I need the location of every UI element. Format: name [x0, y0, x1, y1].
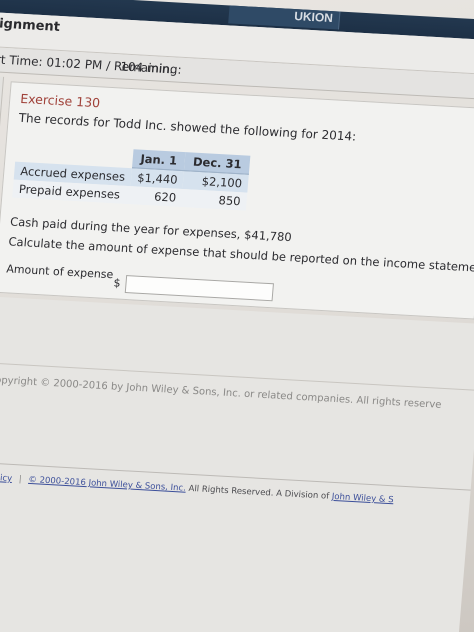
records-table: Jan. 1 Dec. 31 Accrued expenses $1,440 $… [12, 143, 251, 211]
row-value-dec: 850 [181, 189, 248, 211]
exercise-intro: The records for Todd Inc. showed the fol… [18, 110, 357, 144]
exercise-panel: Exercise 130 The records for Todd Inc. s… [0, 81, 474, 320]
browser-screen: UKION signment art Time: 01:02 PM / Rema… [0, 0, 474, 632]
amount-of-expense-input[interactable] [124, 275, 274, 302]
footer-separator: | [18, 474, 23, 485]
lower-page-area [0, 296, 474, 632]
page-title: signment [0, 16, 61, 35]
top-nav-tab-label: UKION [293, 9, 334, 26]
photo-frame: UKION signment art Time: 01:02 PM / Rema… [0, 0, 474, 632]
amount-of-expense-label: Amount of expense [5, 262, 114, 282]
currency-symbol: $ [113, 276, 122, 290]
row-value-jan: 620 [128, 186, 183, 208]
remaining-time-value: 104 min. [119, 59, 174, 77]
exercise-title: Exercise 130 [19, 90, 101, 111]
answer-row: Amount of expense $ [5, 260, 277, 302]
